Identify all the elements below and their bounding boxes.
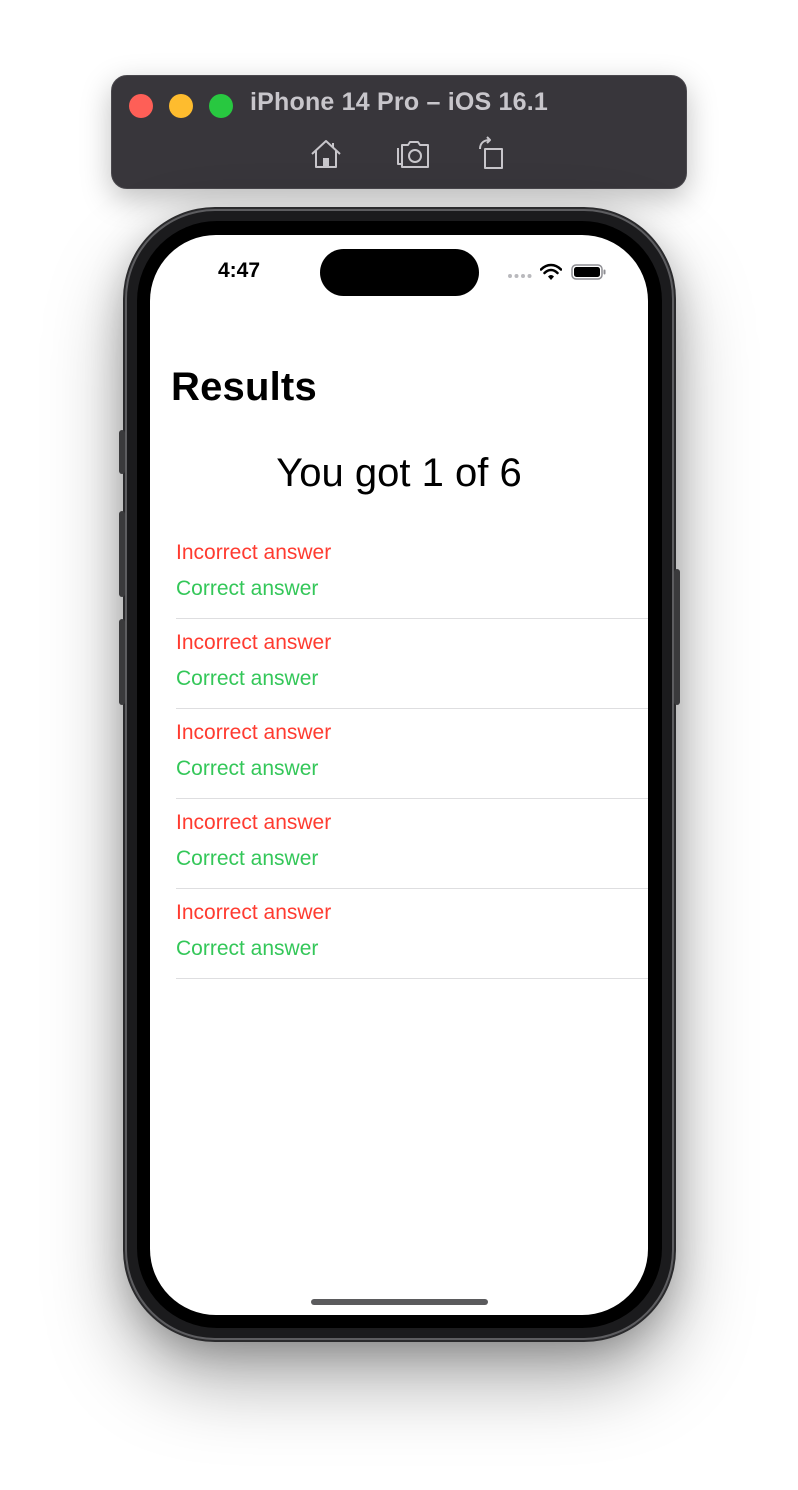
score-text: You got 1 of 6 [276, 451, 522, 495]
phone-screen: 4:47 Results You got 1 of 6 Incorrect an… [150, 235, 648, 1315]
cellular-signal-icon [508, 274, 532, 278]
home-icon[interactable] [306, 134, 346, 174]
list-item[interactable]: Incorrect answer Correct answer [176, 799, 648, 889]
power-button[interactable] [674, 569, 680, 705]
list-item[interactable]: Incorrect answer Correct answer [176, 619, 648, 709]
volume-down-button[interactable] [119, 619, 125, 705]
simulator-title: iPhone 14 Pro – iOS 16.1 [250, 88, 548, 116]
action-button[interactable] [119, 430, 125, 474]
list-item[interactable]: Incorrect answer Correct answer [176, 529, 648, 619]
incorrect-answer-label: Incorrect answer [176, 901, 332, 924]
correct-answer-label: Correct answer [176, 577, 319, 600]
status-time: 4:47 [218, 259, 261, 282]
volume-up-button[interactable] [119, 511, 125, 597]
correct-answer-label: Correct answer [176, 847, 319, 870]
list-item[interactable]: Incorrect answer Correct answer [176, 709, 648, 799]
wifi-icon [540, 263, 562, 280]
incorrect-answer-label: Incorrect answer [176, 541, 332, 564]
page-title: Results [171, 365, 317, 409]
correct-answer-label: Correct answer [176, 667, 319, 690]
minimize-window-button[interactable] [169, 94, 193, 118]
list-item[interactable]: Incorrect answer Correct answer [176, 889, 648, 979]
correct-answer-label: Correct answer [176, 757, 319, 780]
incorrect-answer-label: Incorrect answer [176, 811, 332, 834]
close-window-button[interactable] [129, 94, 153, 118]
incorrect-answer-label: Incorrect answer [176, 721, 332, 744]
iphone-frame: 4:47 Results You got 1 of 6 Incorrect an… [119, 211, 680, 1338]
results-list: Incorrect answer Correct answer Incorrec… [176, 529, 648, 979]
screenshot-icon[interactable] [394, 134, 434, 174]
incorrect-answer-label: Incorrect answer [176, 631, 332, 654]
home-indicator[interactable] [311, 1299, 488, 1305]
simulator-title-bar: iPhone 14 Pro – iOS 16.1 [111, 75, 687, 189]
zoom-window-button[interactable] [209, 94, 233, 118]
correct-answer-label: Correct answer [176, 937, 319, 960]
rotate-icon[interactable] [473, 134, 513, 174]
dynamic-island [320, 249, 479, 296]
battery-icon [571, 264, 606, 280]
